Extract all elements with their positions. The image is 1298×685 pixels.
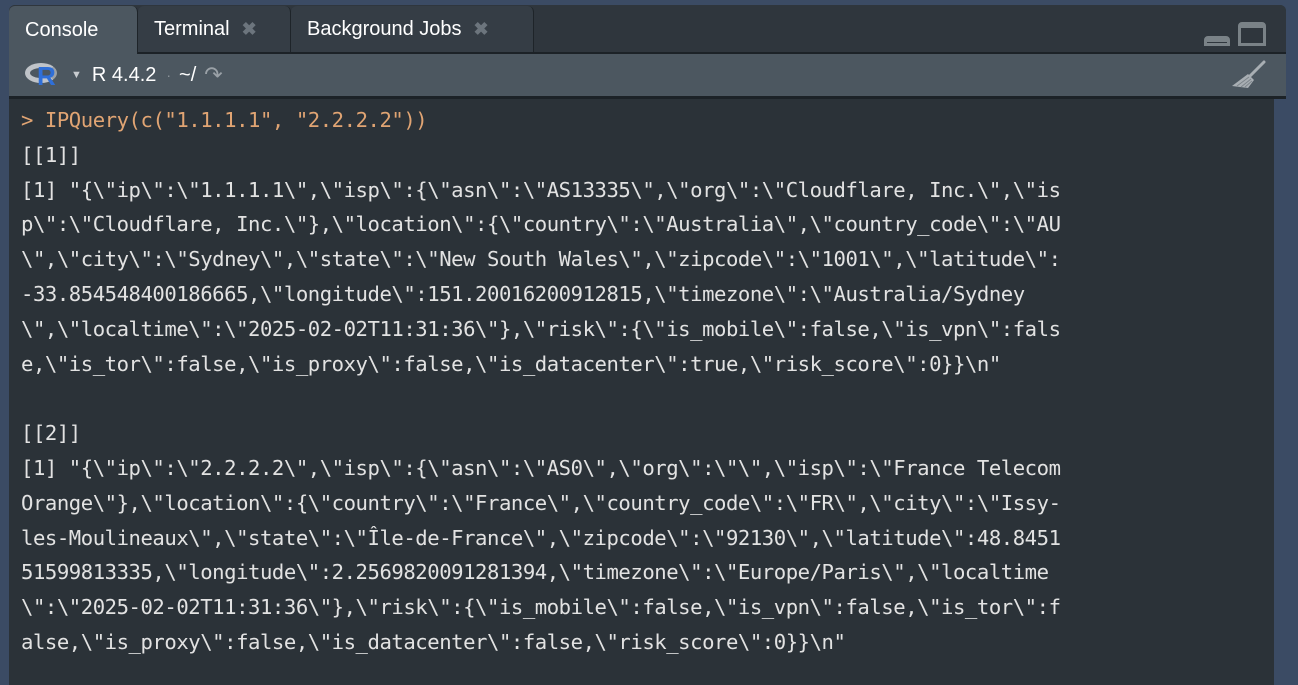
- prompt: >: [21, 108, 45, 132]
- output-line: alse,\"is_proxy\":false,\"is_datacenter\…: [21, 629, 846, 654]
- clear-console-broom-icon[interactable]: [1228, 60, 1268, 90]
- r-logo-letter: R: [37, 61, 56, 91]
- tab-bar: Console Terminal ✖ Background Jobs ✖: [9, 5, 1286, 54]
- tab-label: Background Jobs: [307, 17, 462, 40]
- r-version: R 4.4.2: [91, 63, 157, 86]
- chevron-down-icon[interactable]: ▼: [71, 69, 82, 81]
- output-line: les-Moulineaux\",\"state\":\"Île-de-Fran…: [21, 525, 1061, 550]
- close-icon[interactable]: ✖: [474, 19, 489, 40]
- output-block: [[1]] [1] "{\"ip\":\"1.1.1.1\",\"isp\":{\…: [21, 138, 1274, 660]
- output-line: [1] "{\"ip\":\"1.1.1.1\",\"isp\":{\"asn\…: [21, 177, 1061, 202]
- window-controls: [1204, 22, 1266, 46]
- close-icon[interactable]: ✖: [242, 19, 257, 40]
- separator: ·: [166, 67, 172, 83]
- console-toolbar: R ▼ R 4.4.2 · ~/ ↷: [9, 54, 1286, 99]
- output-line: \":\"2025-02-02T11:31:36\"},\"risk\":{\"…: [21, 595, 1061, 620]
- output-line: [[2]]: [21, 421, 81, 446]
- output-line: 51599813335,\"longitude\":2.256982009128…: [21, 560, 1049, 585]
- output-line: e,\"is_tor\":false,\"is_proxy\":false,\"…: [21, 351, 1001, 376]
- pane-edge: [1274, 99, 1286, 685]
- console-pane: Console Terminal ✖ Background Jobs ✖ R ▼…: [9, 5, 1286, 685]
- command-text: IPQuery(c("1.1.1.1", "2.2.2.2")): [44, 108, 428, 132]
- maximize-pane-icon[interactable]: [1238, 22, 1266, 46]
- minimize-pane-icon[interactable]: [1204, 36, 1230, 46]
- output-line: \",\"localtime\":\"2025-02-02T11:31:36\"…: [21, 316, 1061, 341]
- output-line: \",\"city\":\"Sydney\",\"state\":\"New S…: [21, 247, 1061, 272]
- working-directory[interactable]: ~/: [179, 64, 196, 87]
- output-line: -33.854548400186665,\"longitude\":151.20…: [21, 281, 1025, 306]
- go-to-directory-icon[interactable]: ↷: [204, 62, 222, 88]
- console-output[interactable]: > IPQuery(c("1.1.1.1", "2.2.2.2")) [[1]]…: [9, 99, 1286, 685]
- command-line: > IPQuery(c("1.1.1.1", "2.2.2.2")): [21, 103, 1274, 138]
- output-line: Orange\"},\"location\":{\"country\":\"Fr…: [21, 490, 1061, 515]
- tab-console[interactable]: Console: [9, 6, 138, 54]
- output-line: [[1]]: [21, 142, 81, 167]
- tab-terminal[interactable]: Terminal ✖: [138, 6, 291, 52]
- tab-label: Console: [25, 18, 99, 41]
- tab-background-jobs[interactable]: Background Jobs ✖: [291, 6, 534, 52]
- output-line: p\":\"Cloudflare, Inc.\"},\"location\":{…: [21, 212, 1061, 237]
- r-logo-icon[interactable]: R: [25, 60, 61, 90]
- tab-label: Terminal: [154, 17, 230, 40]
- output-line: [1] "{\"ip\":\"2.2.2.2\",\"isp\":{\"asn\…: [21, 455, 1061, 480]
